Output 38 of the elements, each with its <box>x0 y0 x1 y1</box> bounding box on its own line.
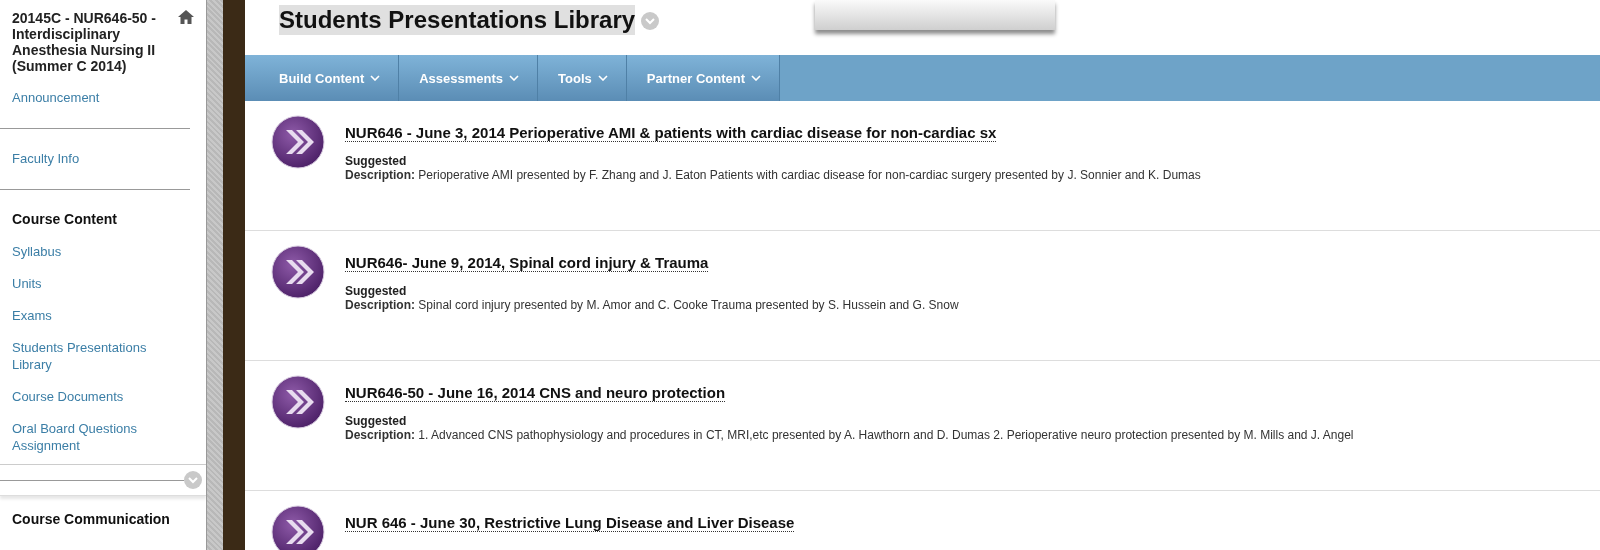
menu-button[interactable]: Assessments <box>399 55 539 101</box>
item-status: Suggested <box>345 154 407 168</box>
item-title-link[interactable]: NUR646 - June 3, 2014 Perioperative AMI & patients with cardiac disease for non-cardiac sx <box>345 124 997 142</box>
sidebar-link[interactable]: Course Documents <box>0 388 136 405</box>
caret-icon <box>370 75 381 81</box>
menu-button[interactable]: Partner Content <box>626 55 780 101</box>
sidebar-link[interactable]: Units <box>0 275 54 292</box>
item-description: Description: Perioperative AMI presented by F. Zhang and J. Eaton Patients with cardiac disease for non-cardiac surgery presented by J. Sonnier and K. Dumas <box>345 168 1201 182</box>
item-status: Suggested <box>345 284 407 298</box>
sidebar-resize-handle[interactable] <box>206 0 223 550</box>
item-title-link[interactable]: NUR646- June 9, 2014, Spinal cord injury & Trauma <box>345 254 709 272</box>
item-description: Description: Spinal cord injury presented by M. Amor and C. Cooke Trauma presented by S. Hussein and G. Snow <box>345 298 959 312</box>
caret-icon <box>597 75 608 81</box>
item-description: Description: 1. Advanced CNS pathophysiology and procedures in CT, MRI,etc presented by A. Hawthorn and D. Dumas 2. Perioperative neuro protection presented by M. Mills and J. Angel <box>345 428 1354 442</box>
caret-icon <box>509 75 520 81</box>
chevron-icon <box>271 375 325 429</box>
menu-button[interactable]: Build Content <box>245 55 400 101</box>
chevron-icon <box>271 115 325 169</box>
sidebar-link[interactable]: Exams <box>0 307 64 324</box>
sidebar-link[interactable]: Oral Board Questions Assignment <box>0 420 174 454</box>
chevron-icon <box>271 245 325 299</box>
item-title-link[interactable]: NUR 646 - June 30, Restrictive Lung Disease and Liver Disease <box>345 514 795 532</box>
collapse-icon[interactable] <box>184 471 202 489</box>
sidebar-heading: Course Communication <box>11 511 171 528</box>
sidebar-link[interactable]: Students Presentations Library <box>0 339 174 373</box>
chevron-icon <box>271 505 325 550</box>
item-status: Suggested <box>345 414 407 428</box>
sidebar-link[interactable]: Syllabus <box>0 243 74 260</box>
caret-icon <box>751 75 761 81</box>
sidebar-link[interactable]: Faculty Info <box>0 150 92 167</box>
course-title: 20145C - NUR646-50 - Interdisciplinary Anesthesia Nursing II (Summer C 2014) <box>12 10 157 74</box>
item-title-link[interactable]: NUR646-50 - June 16, 2014 CNS and neuro protection <box>345 384 726 402</box>
options-icon[interactable] <box>641 12 660 30</box>
sidebar-link[interactable]: Announcement <box>0 89 112 106</box>
page-title: Students Presentations Library <box>279 5 636 35</box>
home-icon[interactable] <box>178 10 194 24</box>
sidebar-heading: Course Content <box>11 211 118 228</box>
menu-button[interactable]: Tools <box>538 55 627 101</box>
